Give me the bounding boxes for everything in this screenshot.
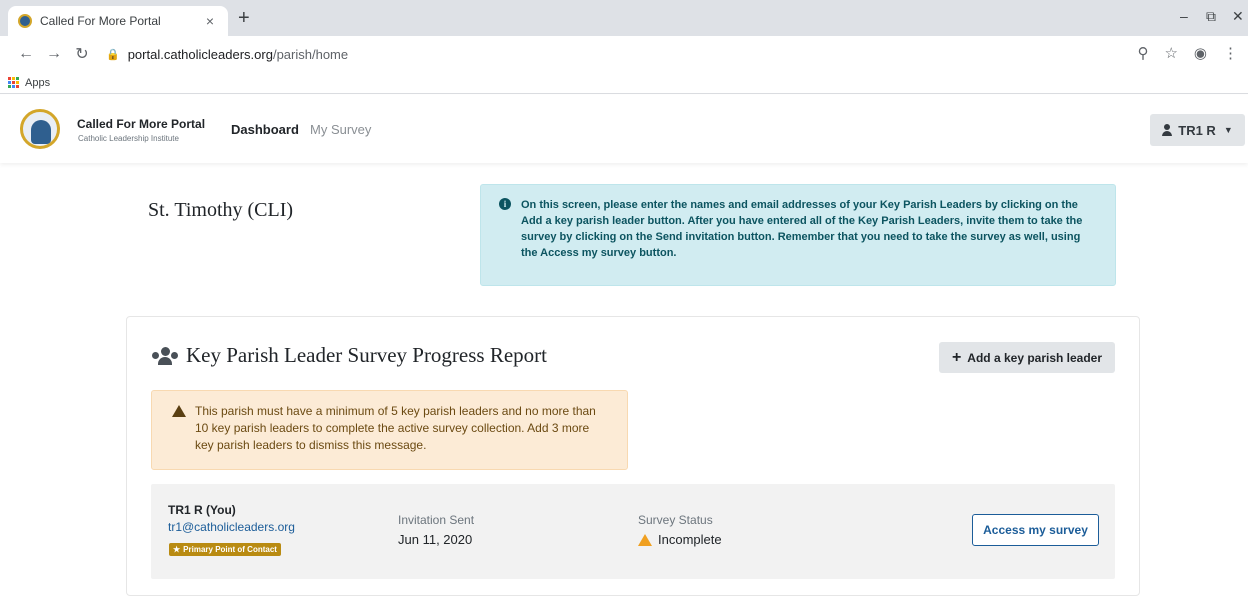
info-message: On this screen, please enter the names a… [521,199,1083,259]
survey-status-value: Incomplete [658,532,722,547]
url-field[interactable]: 🔒 portal.catholicleaders.org /parish/hom… [106,47,348,62]
add-leader-label: Add a key parish leader [967,350,1103,365]
survey-status: Incomplete [638,532,722,547]
close-icon[interactable]: × [202,13,218,29]
survey-status-label: Survey Status [638,513,713,527]
site-favicon-icon [18,14,32,28]
plus-icon: + [951,348,962,366]
restore-icon[interactable]: ⧉ [1206,8,1216,25]
apps-grid-icon[interactable] [8,77,19,88]
tab-title: Called For More Portal [40,14,161,28]
back-arrow-icon[interactable]: ← [14,45,38,63]
star-icon: ★ [173,545,181,554]
brand-subtitle: Catholic Leadership Institute [78,134,179,143]
badge-label: Primary Point of Contact [183,545,277,554]
window-close-icon[interactable]: ✕ [1232,8,1244,25]
user-label: TR1 R [1178,122,1216,138]
address-bar: ← → ↻ 🔒 portal.catholicleaders.org /pari… [0,36,1248,72]
caret-down-icon: ▼ [1223,125,1233,135]
forward-arrow-icon[interactable]: → [42,45,66,63]
primary-contact-badge: ★ Primary Point of Contact [169,543,281,556]
leader-email-link[interactable]: tr1@catholicleaders.org [168,520,295,534]
user-icon [1162,124,1173,136]
account-icon[interactable]: ◉ [1194,44,1207,62]
apps-bookmark[interactable]: Apps [25,77,50,89]
browser-tab-bar: Called For More Portal × + – ⧉ ✕ [0,0,1248,36]
invitation-date: Jun 11, 2020 [398,532,473,547]
users-icon [152,346,178,365]
url-path: /parish/home [272,46,349,62]
info-alert: i On this screen, please enter the names… [480,184,1116,286]
leader-name: TR1 R (You) [168,503,236,517]
bookmarks-bar: Apps [0,72,1248,94]
leader-row [151,484,1115,579]
info-icon: i [499,198,511,210]
nav-my-survey-link[interactable]: My Survey [310,122,371,137]
parish-name: St. Timothy (CLI) [148,199,294,221]
warning-message: This parish must have a minimum of 5 key… [195,404,596,452]
user-menu-button[interactable]: TR1 R ▼ [1150,114,1245,146]
access-my-survey-button[interactable]: Access my survey [972,514,1099,546]
new-tab-button[interactable]: + [238,8,250,28]
reload-icon[interactable]: ↻ [70,44,94,64]
star-icon[interactable]: ☆ [1164,44,1177,62]
report-title: Key Parish Leader Survey Progress Report [152,343,547,368]
warning-icon [638,533,652,546]
report-title-text: Key Parish Leader Survey Progress Report [186,343,547,367]
minimize-icon[interactable]: – [1180,8,1188,24]
portal-logo[interactable] [20,109,60,149]
kebab-menu-icon[interactable]: ⋮ [1223,44,1238,62]
add-key-parish-leader-button[interactable]: + Add a key parish leader [939,342,1115,373]
warning-icon [172,405,186,417]
url-host: portal.catholicleaders.org [127,46,273,62]
warning-alert: This parish must have a minimum of 5 key… [151,390,628,470]
brand-title[interactable]: Called For More Portal [77,117,205,131]
lock-icon: 🔒 [106,48,120,61]
browser-tab[interactable]: Called For More Portal × [8,6,228,36]
nav-dashboard-link[interactable]: Dashboard [231,122,299,137]
key-icon[interactable]: ⚲ [1137,44,1148,62]
invitation-label: Invitation Sent [398,513,475,527]
